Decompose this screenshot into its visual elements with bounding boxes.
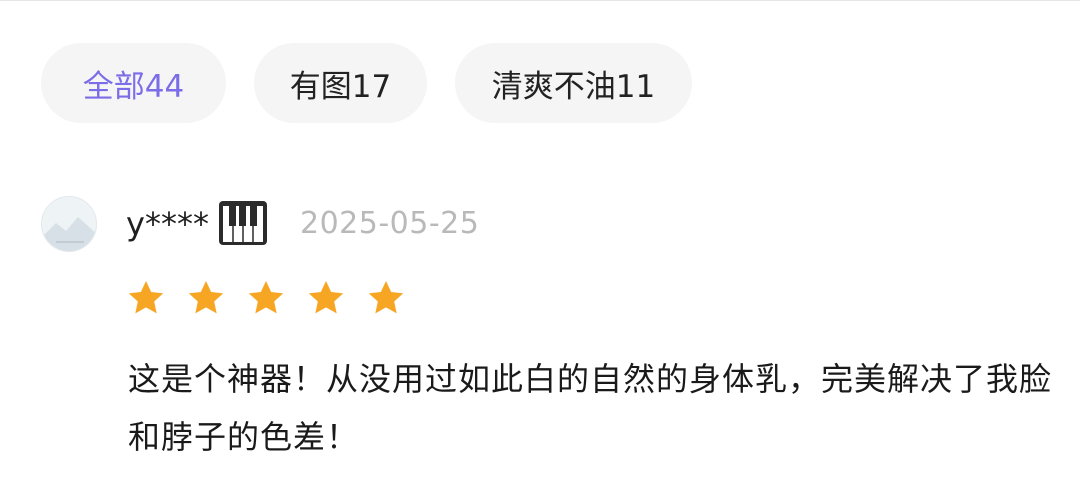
top-divider [0, 0, 1080, 1]
filter-chip-refreshing[interactable]: 清爽不油11 [455, 43, 692, 123]
piano-icon [219, 201, 267, 245]
reviewer-username[interactable]: y**** [126, 202, 209, 246]
star-rating [126, 278, 406, 318]
review-text: 这是个神器！从没用过如此白的自然的身体乳，完美解决了我脸和脖子的色差！ [128, 360, 1053, 456]
filter-chip-with-images[interactable]: 有图17 [254, 43, 427, 123]
star-icon [188, 281, 224, 314]
star-icon [368, 281, 404, 314]
star-icon [248, 281, 284, 314]
avatar-image [42, 197, 96, 251]
review-filter-tabs: 全部44 有图17 清爽不油11 [41, 43, 692, 123]
avatar[interactable] [41, 196, 97, 252]
star-icon [308, 281, 344, 314]
filter-chip-all[interactable]: 全部44 [41, 43, 226, 123]
review-date: 2025-05-25 [300, 206, 480, 241]
star-icon [128, 281, 164, 314]
